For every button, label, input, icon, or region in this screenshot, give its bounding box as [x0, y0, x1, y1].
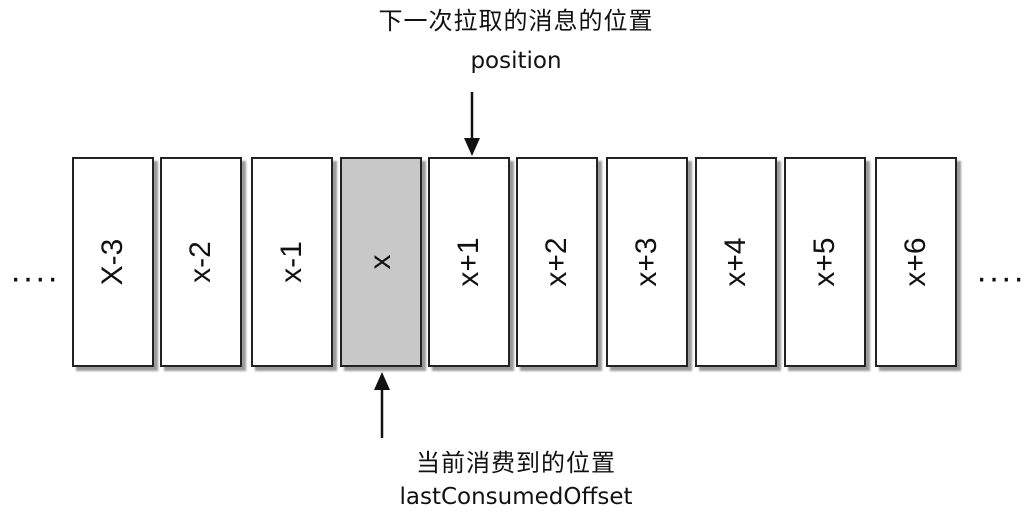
up-arrow-icon — [374, 372, 390, 438]
consumed-caption: 当前消费到的位置 — [416, 449, 616, 477]
last-consumed-offset-label: lastConsumedOffset — [399, 484, 633, 510]
down-arrow-icon — [464, 92, 480, 156]
arrows-layer — [374, 92, 480, 438]
